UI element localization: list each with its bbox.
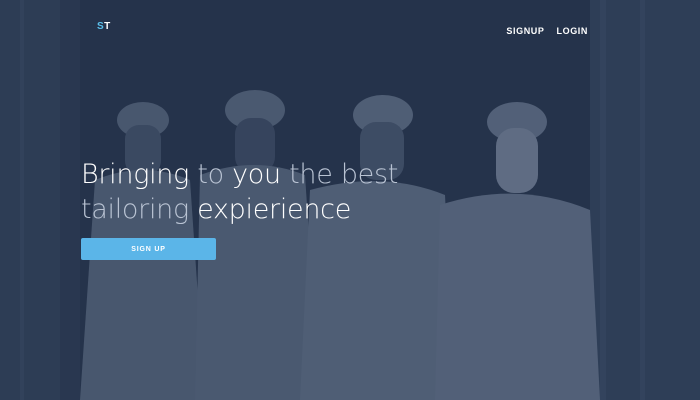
brand-logo[interactable]: ST [97, 21, 111, 32]
headline-word: to [197, 159, 224, 190]
top-nav: SIGNUP LOGIN [506, 26, 588, 36]
headline-word: Bringing [81, 159, 190, 190]
nav-login-link[interactable]: LOGIN [557, 26, 589, 36]
headline-word: tailoring [81, 194, 189, 225]
nav-signup-link[interactable]: SIGNUP [506, 26, 544, 36]
sign-up-button[interactable]: SIGN UP [81, 238, 216, 260]
hero-headline: Bringing to you the best tailoring expie… [81, 157, 398, 227]
logo-letter-t: T [104, 21, 111, 32]
headline-word: expierience [197, 194, 352, 225]
headline-word: the best [289, 159, 399, 190]
headline-word: you [232, 159, 281, 190]
